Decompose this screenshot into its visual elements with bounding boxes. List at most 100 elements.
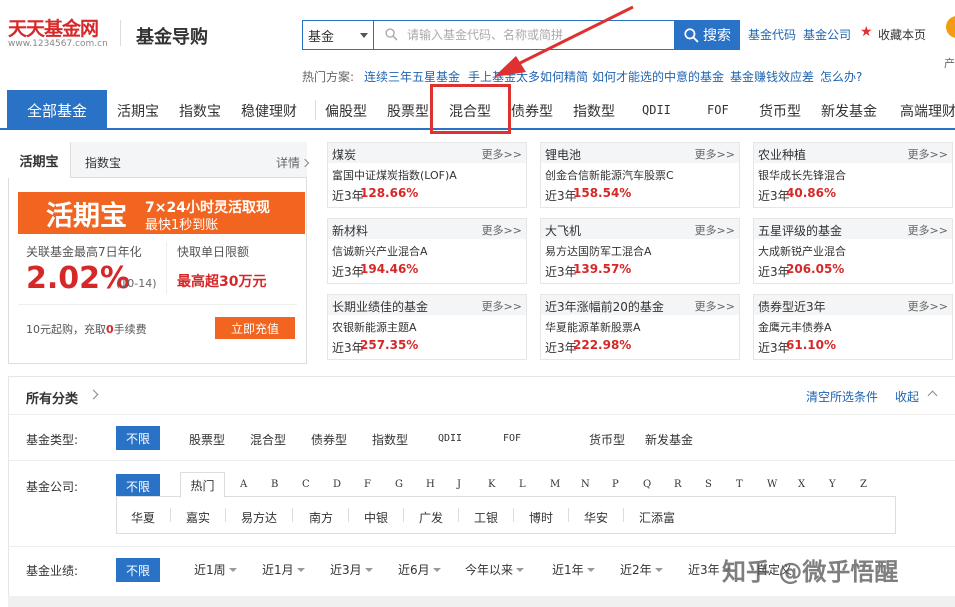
nav-zhishubao[interactable]: 指数宝 <box>179 101 221 121</box>
letter-tab[interactable]: D <box>333 479 341 490</box>
hot-link-five-star[interactable]: 连续三年五星基金 <box>364 68 460 85</box>
letter-tab[interactable]: M <box>550 479 560 490</box>
cell-more-link[interactable]: 更多>> <box>695 298 735 314</box>
letter-tab[interactable]: L <box>519 479 526 490</box>
letter-tab[interactable]: W <box>767 479 777 490</box>
fund-name[interactable]: 大成新锐产业混合 <box>758 243 950 259</box>
fund-company-link[interactable]: 基金公司 <box>803 26 851 43</box>
type-option-hybrid[interactable]: 混合型 <box>250 431 286 448</box>
fund-name[interactable]: 金鹰元丰债券A <box>758 319 950 335</box>
nav-stock[interactable]: 股票型 <box>387 101 429 121</box>
letter-tab[interactable]: Q <box>643 479 651 490</box>
type-option-bond[interactable]: 债券型 <box>311 431 347 448</box>
company-option[interactable]: 工银 <box>474 509 498 526</box>
fund-code-link[interactable]: 基金代码 <box>748 26 796 43</box>
performance-unlimited[interactable]: 不限 <box>116 558 160 582</box>
fund-cell[interactable]: 五星评级的基金 更多>> 大成新锐产业混合 近3年 206.05% <box>753 218 953 284</box>
cell-more-link[interactable]: 更多>> <box>695 222 735 238</box>
letter-tab[interactable]: Z <box>860 479 867 490</box>
all-categories-title[interactable]: 所有分类 <box>26 388 78 407</box>
nav-fof[interactable]: FOF <box>707 103 729 117</box>
cell-more-link[interactable]: 更多>> <box>695 146 735 162</box>
hot-link-what-to-do[interactable]: 怎么办? <box>820 68 862 85</box>
search-button[interactable]: 搜索 <box>675 20 740 50</box>
type-option-fof[interactable]: FOF <box>503 433 521 444</box>
fund-name[interactable]: 富国中证煤炭指数(LOF)A <box>332 167 524 183</box>
period-option[interactable]: 近2年 <box>620 561 663 578</box>
nav-qdii[interactable]: QDII <box>642 103 671 117</box>
search-type-select[interactable]: 基金 <box>303 21 374 49</box>
cell-more-link[interactable]: 更多>> <box>482 298 522 314</box>
fund-name[interactable]: 银华成长先锋混合 <box>758 167 950 183</box>
fund-name[interactable]: 创金合信新能源汽车股票C <box>545 167 737 183</box>
period-option[interactable]: 近1周 <box>194 561 237 578</box>
letter-tab[interactable]: S <box>705 479 712 490</box>
type-option-money[interactable]: 货币型 <box>589 431 625 448</box>
collapse-link[interactable]: 收起 <box>895 388 919 405</box>
fund-company-unlimited[interactable]: 不限 <box>116 474 160 498</box>
fund-cell[interactable]: 大飞机 更多>> 易方达国防军工混合A 近3年 139.57% <box>540 218 740 284</box>
company-option[interactable]: 广发 <box>419 509 443 526</box>
type-option-qdii[interactable]: QDII <box>438 433 462 444</box>
fund-name[interactable]: 信诚新兴产业混合A <box>332 243 524 259</box>
company-option[interactable]: 南方 <box>309 509 333 526</box>
nav-equity-biased[interactable]: 偏股型 <box>325 101 367 121</box>
letter-tab[interactable]: H <box>426 479 435 490</box>
nav-money-market[interactable]: 货币型 <box>759 101 801 121</box>
tab-zhishubao[interactable]: 指数宝 <box>85 154 121 171</box>
tab-huoqibao[interactable]: 活期宝 <box>8 142 71 178</box>
company-option[interactable]: 博时 <box>529 509 553 526</box>
card-details-link[interactable]: 详情 <box>276 154 310 171</box>
period-option[interactable]: 今年以来 <box>465 561 525 578</box>
fund-name[interactable]: 华夏能源革新股票A <box>545 319 737 335</box>
letter-tab[interactable]: N <box>581 479 590 490</box>
type-option-stock[interactable]: 股票型 <box>189 431 225 448</box>
fund-cell[interactable]: 煤炭 更多>> 富国中证煤炭指数(LOF)A 近3年 128.66% <box>327 142 527 208</box>
company-option[interactable]: 嘉实 <box>186 509 210 526</box>
period-option[interactable]: 近1年 <box>552 561 595 578</box>
letter-tab[interactable]: T <box>736 479 743 490</box>
company-option[interactable]: 华安 <box>584 509 608 526</box>
letter-tab[interactable]: P <box>612 479 619 490</box>
nav-high-end[interactable]: 高端理财 <box>900 101 955 121</box>
letter-tab[interactable]: K <box>488 479 495 490</box>
company-option[interactable]: 易方达 <box>241 509 277 526</box>
type-option-index[interactable]: 指数型 <box>372 431 408 448</box>
nav-stable-wealth[interactable]: 稳健理财 <box>241 101 297 121</box>
recharge-button[interactable]: 立即充值 <box>215 317 295 339</box>
cell-more-link[interactable]: 更多>> <box>908 222 948 238</box>
nav-hybrid[interactable]: 混合型 <box>449 101 491 121</box>
company-option[interactable]: 汇添富 <box>639 509 675 526</box>
letter-tab[interactable]: A <box>240 479 247 490</box>
fund-cell[interactable]: 长期业绩佳的基金 更多>> 农银新能源主题A 近3年 257.35% <box>327 294 527 360</box>
period-option[interactable]: 近1月 <box>262 561 305 578</box>
fund-cell[interactable]: 债券型近3年 更多>> 金鹰元丰债券A 近3年 61.10% <box>753 294 953 360</box>
site-logo[interactable]: 天天基金网 <box>8 14 99 41</box>
cell-more-link[interactable]: 更多>> <box>908 298 948 314</box>
nav-new-funds[interactable]: 新发基金 <box>821 101 877 121</box>
fund-cell[interactable]: 新材料 更多>> 信诚新兴产业混合A 近3年 194.46% <box>327 218 527 284</box>
letter-tab[interactable]: F <box>364 479 371 490</box>
fund-cell[interactable]: 近3年涨幅前20的基金 更多>> 华夏能源革新股票A 近3年 222.98% <box>540 294 740 360</box>
letter-tab[interactable]: R <box>674 479 682 490</box>
bookmark-link[interactable]: 收藏本页 <box>878 26 926 43</box>
fund-cell[interactable]: 农业种植 更多>> 银华成长先锋混合 近3年 40.86% <box>753 142 953 208</box>
nav-index[interactable]: 指数型 <box>573 101 615 121</box>
letter-tab[interactable]: X <box>798 479 805 490</box>
company-option[interactable]: 华夏 <box>131 509 155 526</box>
app-badge-icon[interactable] <box>946 16 955 38</box>
nav-bond[interactable]: 债券型 <box>511 101 553 121</box>
letter-tab[interactable]: Y <box>829 479 836 490</box>
letter-tab[interactable]: G <box>395 479 403 490</box>
hot-link-poor-effect[interactable]: 基金赚钱效应差 <box>730 68 814 85</box>
period-option[interactable]: 近3月 <box>330 561 373 578</box>
letter-tab[interactable]: C <box>302 479 310 490</box>
cell-more-link[interactable]: 更多>> <box>908 146 948 162</box>
fund-name[interactable]: 易方达国防军工混合A <box>545 243 737 259</box>
cell-more-link[interactable]: 更多>> <box>482 146 522 162</box>
company-option[interactable]: 中银 <box>364 509 388 526</box>
company-tab-hot[interactable]: 热门 <box>180 472 225 498</box>
period-option[interactable]: 近6月 <box>398 561 441 578</box>
letter-tab[interactable]: B <box>271 479 278 490</box>
clear-filters-link[interactable]: 清空所选条件 <box>806 388 878 405</box>
